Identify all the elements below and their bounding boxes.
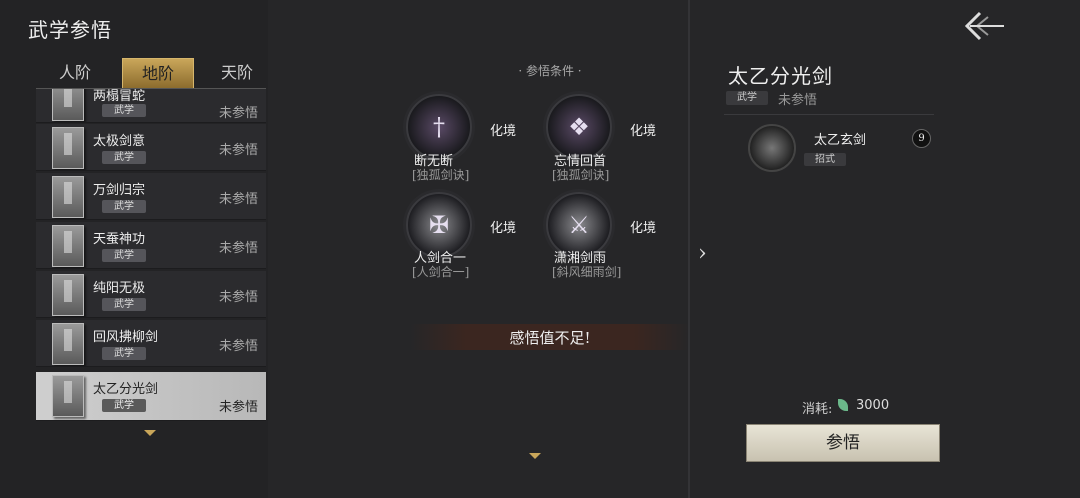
list-item-status: 未参悟 — [218, 339, 258, 354]
list-item-tag: 武学 — [102, 399, 146, 412]
back-arrow-icon[interactable] — [962, 10, 1008, 42]
list-item[interactable]: 纯阳无极 武学 未参悟 — [36, 271, 266, 318]
list-item-name: 两榻冒蛇 — [93, 89, 146, 104]
skill-title: 太乙分光剑 — [728, 64, 833, 88]
conditions-label: · 参悟条件 · — [518, 64, 582, 78]
list-item-tag: 武学 — [102, 347, 146, 360]
list-item-name: 回风拂柳剑 — [93, 330, 159, 345]
comprehend-button[interactable]: 参悟 — [746, 424, 940, 462]
list-item-tag: 武学 — [102, 298, 146, 311]
skill-tag: 武学 — [726, 91, 768, 105]
list-item[interactable]: 太极剑意 武学 未参悟 — [36, 124, 266, 171]
list-item-status: 未参悟 — [218, 290, 258, 305]
move-tag: 招式 — [804, 153, 846, 166]
list-item-tag: 武学 — [102, 151, 146, 164]
sword-glyph-icon: ❖ — [568, 113, 590, 141]
list-item-tag: 武学 — [102, 104, 146, 117]
warning-text: 感悟值不足! — [509, 329, 591, 347]
condition-source: [斜风细雨剑] — [552, 265, 622, 279]
list-item-name: 万剑归宗 — [93, 183, 146, 198]
book-icon — [52, 127, 84, 169]
book-icon — [52, 225, 84, 267]
list-item[interactable]: 天蚕神功 武学 未参悟 — [36, 222, 266, 269]
list-item-status: 未参悟 — [218, 400, 258, 415]
sword-glyph-icon: † — [433, 113, 445, 141]
condition-level: 化境 — [490, 124, 517, 139]
condition-level: 化境 — [490, 221, 517, 236]
list-item-selected[interactable]: 太乙分光剑 武学 未参悟 — [36, 372, 266, 421]
back-arrow-svg — [964, 11, 1004, 41]
panel-divider — [688, 0, 690, 498]
list-item[interactable]: 万剑归宗 武学 未参悟 — [36, 173, 266, 220]
book-icon — [52, 323, 84, 365]
tab-dijie[interactable]: 地阶 — [122, 58, 194, 90]
book-icon — [52, 375, 84, 417]
list-item-tag: 武学 — [102, 249, 146, 262]
list-item-name: 天蚕神功 — [93, 232, 146, 247]
scroll-down-icon[interactable] — [144, 430, 156, 436]
cost-label: 消耗: — [802, 402, 833, 417]
list-item-name: 纯阳无极 — [93, 281, 146, 296]
chevron-right-icon[interactable]: › — [698, 241, 707, 266]
book-icon — [52, 274, 84, 316]
list-item[interactable]: 两榻冒蛇 武学 未参悟 — [36, 89, 266, 123]
sword-glyph-icon: ⚔ — [568, 211, 590, 239]
move-name: 太乙玄剑 — [814, 133, 867, 148]
condition-source: [独孤剑诀] — [552, 168, 610, 182]
leaf-icon — [838, 399, 848, 411]
sword-glyph-icon: ✠ — [428, 211, 450, 239]
list-item-status: 未参悟 — [218, 143, 258, 158]
list-item-tag: 武学 — [102, 200, 146, 213]
tab-renjie[interactable]: 人阶 — [40, 58, 110, 88]
tab-tianjie[interactable]: 天阶 — [202, 58, 272, 88]
book-icon — [52, 176, 84, 218]
detail-separator — [724, 114, 934, 115]
list-item-status: 未参悟 — [218, 241, 258, 256]
list-item-status: 未参悟 — [218, 106, 258, 121]
list-item-name: 太乙分光剑 — [93, 382, 159, 397]
move-count-badge: 9 — [912, 129, 931, 148]
page-title: 武学参悟 — [28, 18, 112, 42]
condition-level: 化境 — [630, 124, 657, 139]
skill-status: 未参悟 — [778, 93, 818, 108]
scroll-down-icon[interactable] — [529, 453, 541, 459]
list-item-name: 太极剑意 — [93, 134, 146, 149]
condition-source: [独孤剑诀] — [412, 168, 470, 182]
list-item-status: 未参悟 — [218, 192, 258, 207]
cost-value: 3000 — [856, 398, 890, 413]
book-icon — [52, 89, 84, 121]
condition-source: [人剑合一] — [412, 265, 470, 279]
move-icon[interactable] — [748, 124, 796, 172]
list-item[interactable]: 回风拂柳剑 武学 未参悟 — [36, 320, 266, 367]
condition-level: 化境 — [630, 221, 657, 236]
